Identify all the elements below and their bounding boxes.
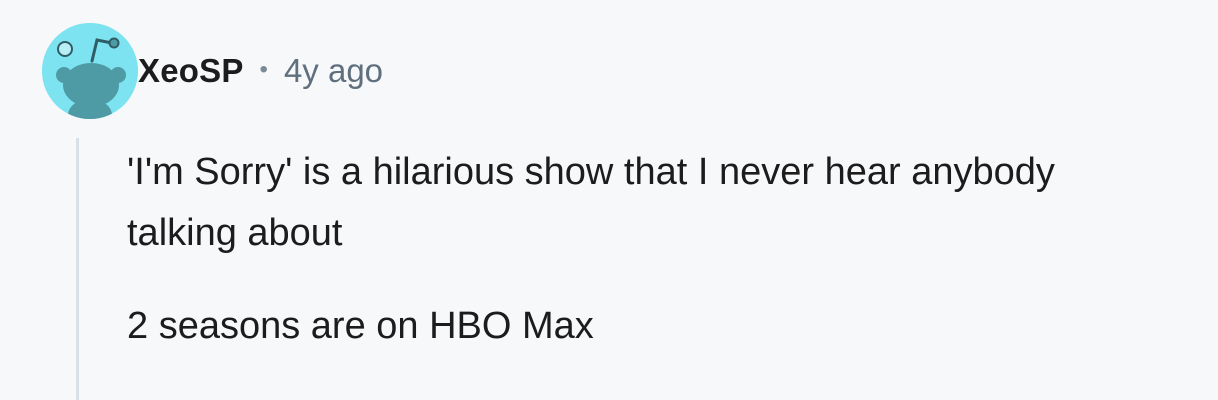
comment-header: XeoSP • 4y ago [42,23,383,119]
reddit-snoo-avatar-icon [42,23,138,119]
comment-body: 'I'm Sorry' is a hilarious show that I n… [127,142,1167,357]
comment-paragraph: 'I'm Sorry' is a hilarious show that I n… [127,151,1055,254]
meta-separator: • [259,56,268,83]
comment-timestamp[interactable]: 4y ago [284,52,383,90]
thread-collapse-line[interactable] [76,138,79,400]
comment-card: XeoSP • 4y ago 'I'm Sorry' is a hilariou… [0,0,1218,400]
avatar[interactable] [42,23,138,119]
comment-paragraph: 2 seasons are on HBO Max [127,305,594,347]
author-username[interactable]: XeoSP [138,52,244,90]
